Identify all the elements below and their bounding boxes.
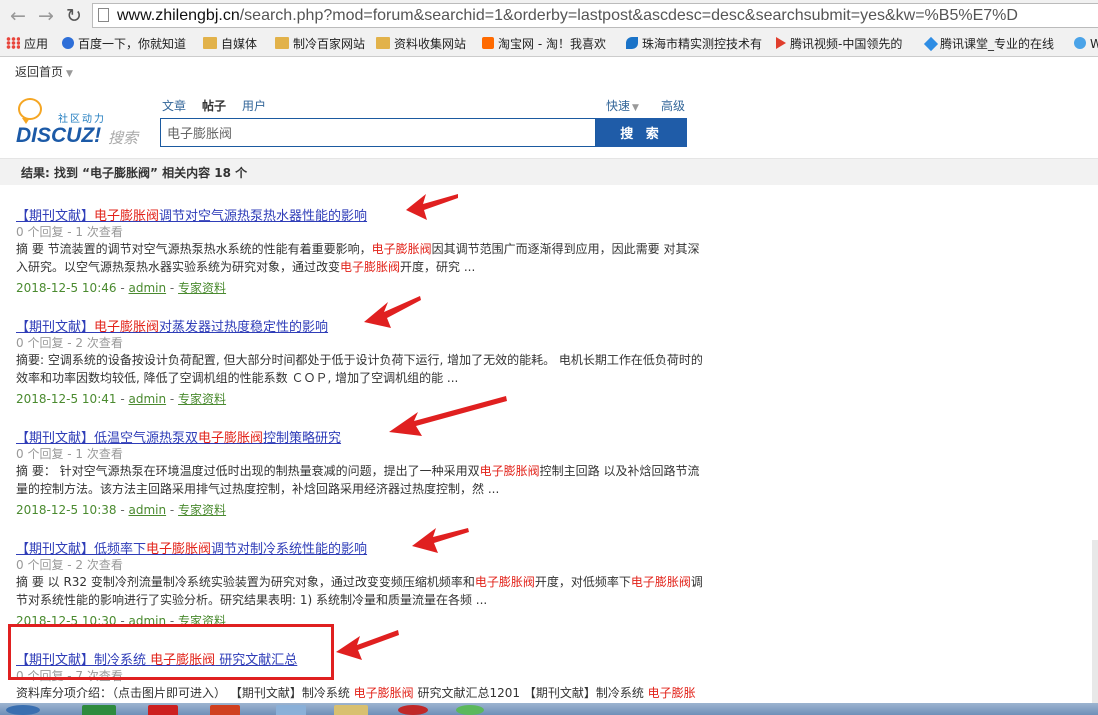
bookmarks-bar: 应用 百度一下，你就知道 自媒体 制冷百家网站 资料收集网站 淘宝网 - 淘！我…: [0, 32, 1098, 57]
annotation-arrow-icon: [364, 296, 421, 328]
bookmark-tencent-class[interactable]: 腾讯课堂_专业的在线: [923, 36, 1054, 52]
reload-icon[interactable]: ↻: [62, 4, 86, 28]
home-link[interactable]: 返回首页 ▼: [15, 63, 73, 80]
search-button[interactable]: 搜 索: [596, 118, 687, 147]
bookmark-apps[interactable]: 应用: [6, 36, 48, 52]
snowflake-icon: [1074, 37, 1086, 49]
result-title-link[interactable]: 【期刊文献】电子膨胀阀调节对空气源热泵热水器性能的影响: [16, 205, 367, 224]
result-abstract: 摘 要： 针对空气源热泵在环境温度过低时出现的制热量衰减的问题，提出了一种采用双…: [16, 464, 700, 496]
result-meta: 0 个回复 - 1 次查看: [16, 225, 123, 239]
scrollbar[interactable]: [1092, 540, 1098, 703]
result-title-link[interactable]: 【期刊文献】电子膨胀阀对蒸发器过热度稳定性的影响: [16, 316, 328, 335]
result-abstract: 摘要: 空调系统的设备按设计负荷配置, 但大部分时间都处于低于设计负荷下运行, …: [16, 353, 703, 385]
bookmark-baidu[interactable]: 百度一下，你就知道: [62, 36, 186, 52]
excel-icon[interactable]: [82, 705, 116, 715]
diamond-icon: [923, 36, 939, 52]
result-info: 2018-12-5 10:46 - admin - 专家资料: [16, 281, 227, 295]
start-orb-icon[interactable]: [6, 705, 40, 715]
advanced-search-link[interactable]: 高级: [661, 97, 685, 114]
pdf-icon[interactable]: [210, 705, 240, 715]
result-info: 2018-12-5 10:41 - admin - 专家资料: [16, 392, 227, 406]
taobao-icon: [482, 37, 494, 49]
bookmark-zhileng[interactable]: 制冷百家网站: [275, 36, 365, 52]
result-summary-bar: 结果: 找到 “电子膨胀阀” 相关内容 18 个: [0, 158, 1098, 185]
bookmark-ziliao[interactable]: 资料收集网站: [376, 36, 466, 52]
tab-article[interactable]: 文章: [162, 97, 186, 114]
result-title-link[interactable]: 【期刊文献】低频率下电子膨胀阀调节对制冷系统性能的影响: [16, 538, 367, 557]
back-arrow-icon[interactable]: ←: [6, 4, 30, 28]
result-date: 2018-12-5 10:46: [16, 281, 117, 295]
url-text: www.zhilengbj.cn/search.php?mod=forum&se…: [117, 7, 1018, 25]
result-meta: 0 个回复 - 1 次查看: [16, 447, 123, 461]
discuz-logo[interactable]: 社区动力 DISCUZ! 搜索: [16, 96, 146, 147]
result-forum-link[interactable]: 专家资料: [178, 503, 226, 517]
result-abstract: 资料库分项介绍：（点击图片即可进入） 【期刊文献】制冷系统 电子膨胀阀 研究文献…: [16, 686, 696, 700]
baidu-paw-icon: [62, 37, 74, 49]
result-author-link[interactable]: admin: [128, 503, 166, 517]
result-meta: 0 个回复 - 2 次查看: [16, 336, 123, 350]
forward-arrow-icon[interactable]: →: [34, 4, 58, 28]
annotation-arrow-icon: [406, 194, 458, 220]
search-input[interactable]: [161, 119, 595, 146]
logo-search-text: 搜索: [108, 129, 139, 147]
app-icon[interactable]: [276, 705, 306, 715]
page-icon: [98, 8, 109, 22]
search-box: [160, 118, 596, 147]
caret-down-icon: ▼: [66, 69, 73, 79]
browser-toolbar: ← → ↻ www.zhilengbj.cn/search.php?mod=fo…: [0, 0, 1098, 33]
address-bar[interactable]: www.zhilengbj.cn/search.php?mod=forum&se…: [92, 3, 1098, 28]
result-date: 2018-12-5 10:41: [16, 392, 117, 406]
logo-text: DISCUZ!: [16, 124, 102, 147]
result-forum-link[interactable]: 专家资料: [178, 392, 226, 406]
result-forum-link[interactable]: 专家资料: [178, 281, 226, 295]
speech-bubble-icon: [18, 98, 42, 124]
result-date: 2018-12-5 10:38: [16, 503, 117, 517]
result-abstract: 摘 要 节流装置的调节对空气源热泵热水系统的性能有着重要影响，电子膨胀阀因其调节…: [16, 242, 700, 274]
url-domain: www.zhilengbj.cn: [117, 7, 240, 24]
url-path: /search.php?mod=forum&searchid=1&orderby…: [239, 7, 1018, 24]
app-icon[interactable]: [334, 705, 368, 715]
site-topbar: 返回首页 ▼: [0, 57, 1098, 83]
bookmark-tencent-video[interactable]: 腾讯视频-中国领先的: [776, 36, 902, 52]
folder-icon: [203, 37, 217, 49]
result-meta: 0 个回复 - 2 次查看: [16, 558, 123, 572]
annotation-arrow-icon: [336, 630, 399, 660]
result-author-link[interactable]: admin: [128, 392, 166, 406]
annotation-highlight-box: [8, 624, 334, 680]
app-icon[interactable]: [456, 705, 484, 715]
result-info: 2018-12-5 10:38 - admin - 专家资料: [16, 503, 227, 517]
fan-icon: [626, 37, 638, 49]
app-icon[interactable]: [148, 705, 178, 715]
bookmark-more[interactable]: W: [1074, 36, 1098, 52]
os-taskbar: [0, 703, 1098, 715]
result-abstract: 摘 要 以 R32 变制冷剂流量制冷系统实验装置为研究对象，通过改变变频压缩机频…: [16, 575, 703, 607]
folder-icon: [275, 37, 289, 49]
play-icon: [776, 37, 786, 49]
result-title-link[interactable]: 【期刊文献】低温空气源热泵双电子膨胀阀控制策略研究: [16, 427, 341, 446]
annotation-arrow-icon: [412, 528, 469, 553]
bookmark-taobao[interactable]: 淘宝网 - 淘！我喜欢: [482, 36, 606, 52]
annotation-arrow-icon: [389, 396, 507, 436]
bookmark-zimeiti[interactable]: 自媒体: [203, 36, 257, 52]
logo-subtitle: 社区动力: [58, 114, 106, 125]
app-icon[interactable]: [398, 705, 428, 715]
quick-search-dropdown[interactable]: 快速 ▼: [606, 97, 639, 114]
tab-user[interactable]: 用户: [242, 97, 266, 114]
result-summary: 结果: 找到 “电子膨胀阀” 相关内容 18 个: [21, 166, 248, 180]
folder-icon: [376, 37, 390, 49]
caret-down-icon: ▼: [632, 103, 639, 113]
tab-thread[interactable]: 帖子: [202, 97, 226, 114]
apps-icon: [6, 37, 20, 49]
result-author-link[interactable]: admin: [128, 281, 166, 295]
bookmark-zhuhai[interactable]: 珠海市精实测控技术有: [626, 36, 762, 52]
